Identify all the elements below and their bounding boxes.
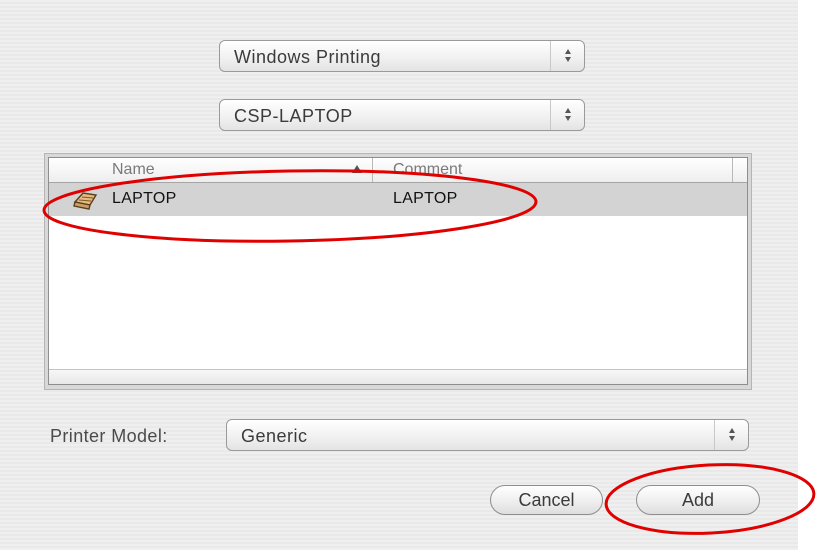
connection-type-popup[interactable]: Windows Printing: [219, 40, 585, 72]
popup-arrows-icon: [550, 100, 584, 130]
column-header-name[interactable]: Name: [49, 158, 372, 182]
host-popup[interactable]: CSP-LAPTOP: [219, 99, 585, 131]
table-header: Name Comment: [49, 158, 747, 183]
printer-icon: [73, 192, 98, 210]
host-value: CSP-LAPTOP: [234, 106, 353, 126]
printer-list[interactable]: Name Comment LAPTOP LAPTOP: [48, 157, 748, 385]
column-name-label: Name: [112, 161, 155, 178]
popup-arrows-icon: [714, 420, 748, 450]
popup-arrows-icon: [550, 41, 584, 71]
printer-list-frame: Name Comment LAPTOP LAPTOP: [44, 153, 752, 390]
column-header-end: [732, 158, 747, 182]
cancel-button[interactable]: Cancel: [490, 485, 603, 515]
column-header-comment[interactable]: Comment: [372, 158, 733, 182]
printer-name-cell: LAPTOP: [112, 190, 177, 207]
printer-model-label: Printer Model:: [50, 426, 168, 446]
column-comment-label: Comment: [393, 161, 463, 178]
horizontal-scrollbar[interactable]: [49, 369, 747, 384]
printer-model-popup[interactable]: Generic: [226, 419, 749, 451]
printer-model-value: Generic: [241, 426, 308, 446]
printer-comment-cell: LAPTOP: [393, 190, 458, 207]
table-row[interactable]: LAPTOP LAPTOP: [49, 183, 747, 216]
sort-ascending-icon: [352, 165, 362, 173]
connection-type-value: Windows Printing: [234, 47, 382, 67]
add-button[interactable]: Add: [636, 485, 760, 515]
window-edge: [798, 0, 817, 550]
